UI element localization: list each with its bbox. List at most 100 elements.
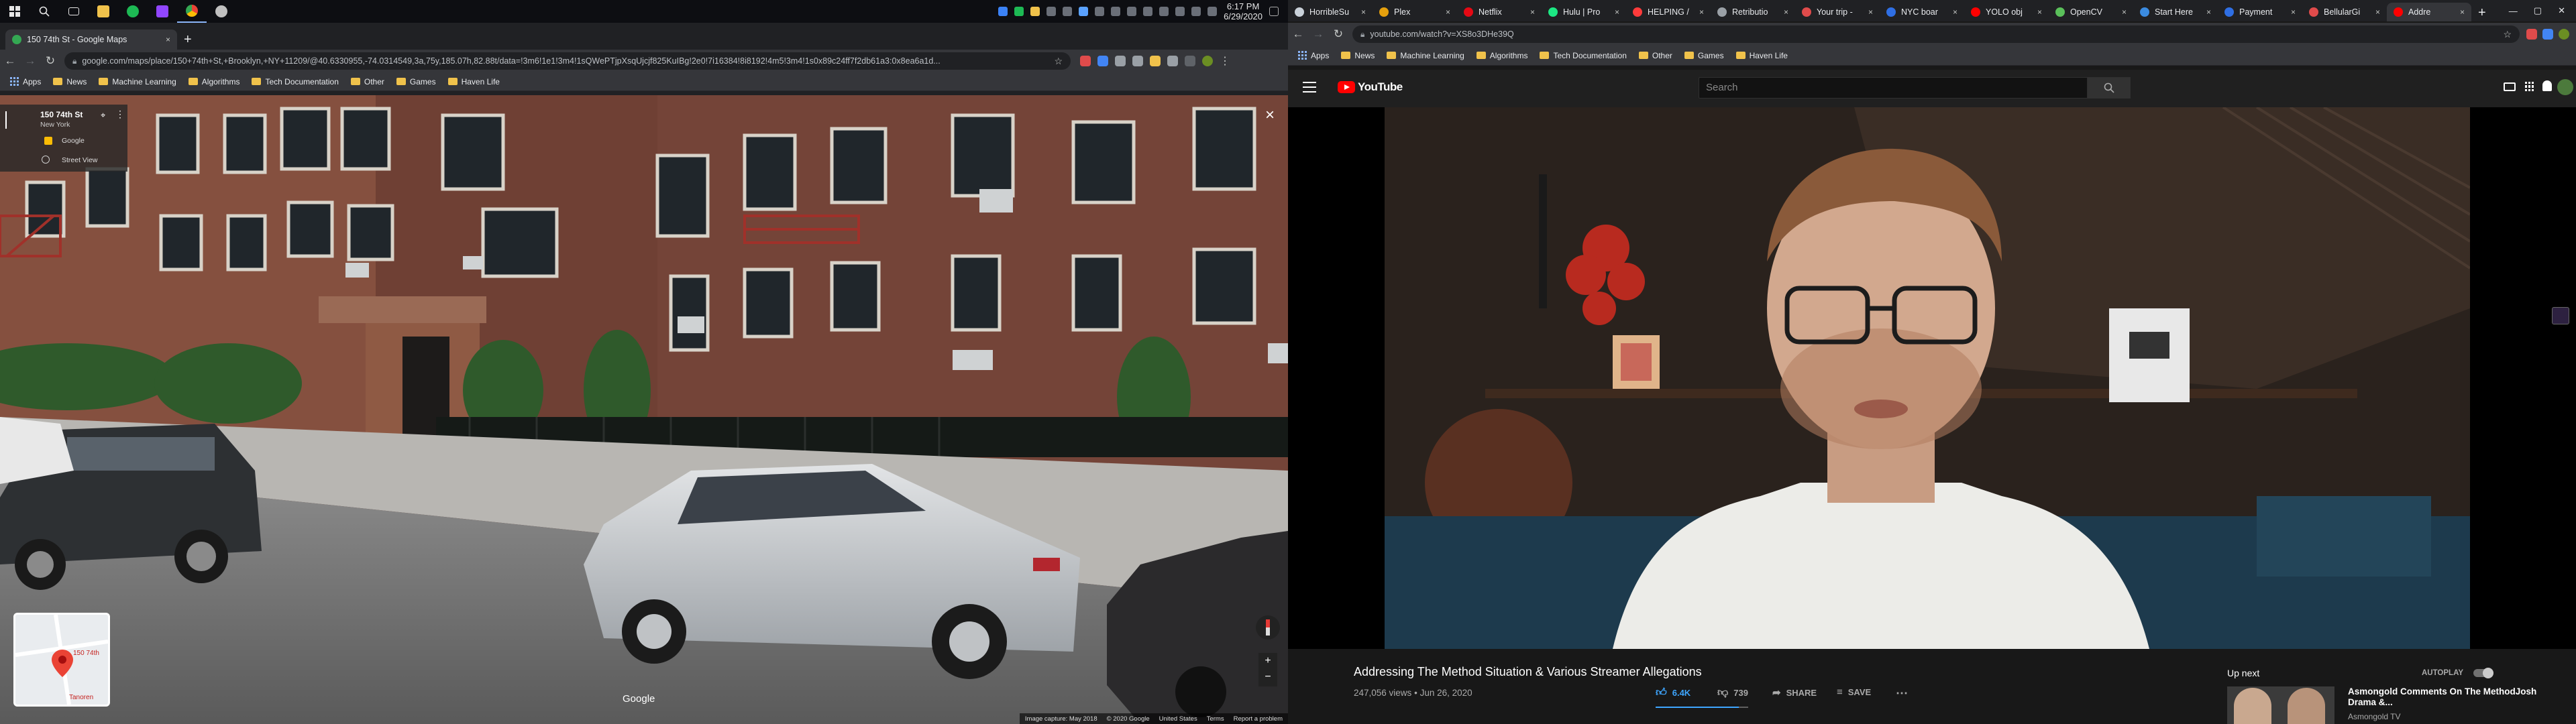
avatar[interactable] [2559,29,2569,40]
bookmark-haven-life[interactable]: Haven Life [443,77,504,86]
close-tab-icon[interactable]: × [2375,7,2380,17]
clock-history-icon[interactable] [42,156,50,164]
tray-app-icon[interactable] [1175,7,1185,16]
tray-app-icon[interactable] [1143,7,1153,16]
bookmark-games[interactable]: Games [392,77,441,86]
close-tab-icon[interactable]: × [1953,7,1957,17]
minimize-icon[interactable]: — [2509,6,2518,16]
extension-icon[interactable] [1080,56,1091,66]
browser-tab[interactable]: Hulu | Pro × [1542,3,1626,21]
create-video-icon[interactable] [2504,82,2516,91]
apps-grid-icon[interactable] [2525,82,2534,91]
bookmark-algorithms[interactable]: Algorithms [184,77,245,86]
bookmark-tech-documentation[interactable]: Tech Documentation [1535,51,1631,60]
search-button[interactable] [2088,77,2131,99]
extensions-puzzle-icon[interactable] [1167,56,1178,66]
close-tab-icon[interactable]: × [2206,7,2211,17]
browser-tab[interactable]: Retributio × [1711,3,1795,21]
close-tab-icon[interactable]: × [1868,7,1873,17]
tray-app-icon[interactable] [998,7,1008,16]
street-view-panorama[interactable]: 150 74th St New York ⌖ ⋮ Google Street V… [0,95,1288,724]
bookmark-star-icon[interactable]: ☆ [1054,56,1063,67]
bookmark-apps[interactable]: Apps [5,77,46,86]
browser-tab[interactable]: YOLO obj × [1964,3,2049,21]
browser-tab[interactable]: BellularGi × [2302,3,2387,21]
taskbar-clock[interactable]: 6:17 PM 6/29/2020 [1224,1,1263,21]
zoom-in-icon[interactable]: + [1258,653,1277,669]
extension-icon[interactable] [1132,56,1143,66]
compass-icon[interactable] [1256,615,1280,640]
terms-link[interactable]: Terms [1207,715,1224,723]
close-street-view-button[interactable]: × [1265,106,1275,125]
bookmark-other[interactable]: Other [1634,51,1677,60]
menu-dots-icon[interactable]: ⋮ [1220,54,1230,68]
browser-tab[interactable]: Netflix × [1457,3,1542,21]
close-tab-icon[interactable]: × [1361,7,1366,17]
close-tab-icon[interactable]: × [2037,7,2042,17]
bookmark-apps[interactable]: Apps [1293,51,1334,60]
dislike-button[interactable]: 👎︎ 739 [1717,686,1748,699]
volume-icon[interactable] [1208,7,1218,16]
browser-tab[interactable]: Start Here × [2133,3,2218,21]
zoom-out-icon[interactable]: − [1258,669,1277,685]
new-tab-button[interactable]: + [2471,3,2493,21]
next-video-channel[interactable]: Asmongold TV [2348,712,2401,721]
close-tab-icon[interactable]: × [2291,7,2296,17]
app-icon[interactable] [207,0,236,23]
bookmark-other[interactable]: Other [346,77,389,86]
bookmark-haven-life[interactable]: Haven Life [1731,51,1792,60]
tray-app-icon[interactable] [1159,7,1169,16]
street-view-mode[interactable]: Street View [62,156,98,164]
forward-icon[interactable]: → [1308,27,1328,41]
pin-icon[interactable]: ⌖ [101,110,105,121]
next-video-thumbnail[interactable] [2227,686,2334,724]
tray-app-icon[interactable] [1063,7,1073,16]
video-player[interactable] [1288,107,2576,649]
bookmark-machine-learning[interactable]: Machine Learning [1382,51,1468,60]
browser-tab[interactable]: HorribleSu × [1288,3,1373,21]
task-view-icon[interactable] [59,0,89,23]
address-bar[interactable]: 🔒︎ google.com/maps/place/150+74th+St,+Br… [64,52,1071,70]
extension-icon[interactable] [1150,56,1161,66]
back-arrow-icon[interactable] [5,111,13,129]
search-icon[interactable] [30,0,59,23]
next-video-title[interactable]: Asmongold Comments On The MethodJosh Dra… [2348,686,2563,708]
browser-tab[interactable]: NYC boar × [1880,3,1964,21]
extension-icon[interactable] [2526,29,2537,40]
back-icon[interactable]: ← [0,54,20,68]
zoom-controls[interactable]: + − [1258,653,1277,686]
close-tab-icon[interactable]: × [1530,7,1535,17]
tray-app-icon[interactable] [1030,7,1040,16]
hamburger-menu-icon[interactable] [1303,82,1316,93]
chrome-icon[interactable] [177,0,207,23]
tray-app-icon[interactable] [1079,7,1089,16]
notifications-icon[interactable] [1269,7,1279,16]
spotify-icon[interactable] [118,0,148,23]
report-problem-link[interactable]: Report a problem [1234,715,1283,723]
extension-icon[interactable] [1115,56,1126,66]
video-frame[interactable] [1385,107,2470,649]
address-bar[interactable]: 🔒︎ youtube.com/watch?v=XS8o3DHe39Q ☆ [1352,25,2520,43]
tab-google-maps[interactable]: 150 74th St - Google Maps × [5,29,177,50]
tray-app-icon[interactable] [1111,7,1121,16]
bookmark-games[interactable]: Games [1680,51,1729,60]
browser-tab[interactable]: Payment × [2218,3,2302,21]
bookmark-machine-learning[interactable]: Machine Learning [94,77,180,86]
tray-app-icon[interactable] [1095,7,1105,16]
network-icon[interactable] [1191,7,1201,16]
notifications-bell-icon[interactable] [2542,80,2552,91]
bookmark-news[interactable]: News [48,77,91,86]
browser-tab[interactable]: HELPING / × [1626,3,1711,21]
autoplay-toggle[interactable] [2473,668,2493,678]
close-tab-icon[interactable]: × [166,35,170,44]
tray-app-icon[interactable] [1014,7,1024,16]
reload-icon[interactable]: ↻ [40,54,60,68]
forward-icon[interactable]: → [20,54,40,68]
share-button[interactable]: ➦ SHARE [1772,686,1817,699]
close-tab-icon[interactable]: × [2122,7,2127,17]
more-vert-icon[interactable]: ⋮ [115,109,125,120]
tray-app-icon[interactable] [1127,7,1137,16]
close-tab-icon[interactable]: × [1446,7,1450,17]
like-button[interactable]: 👍︎ 6.4K [1656,686,1690,699]
channel-watermark-icon[interactable] [2552,307,2569,324]
